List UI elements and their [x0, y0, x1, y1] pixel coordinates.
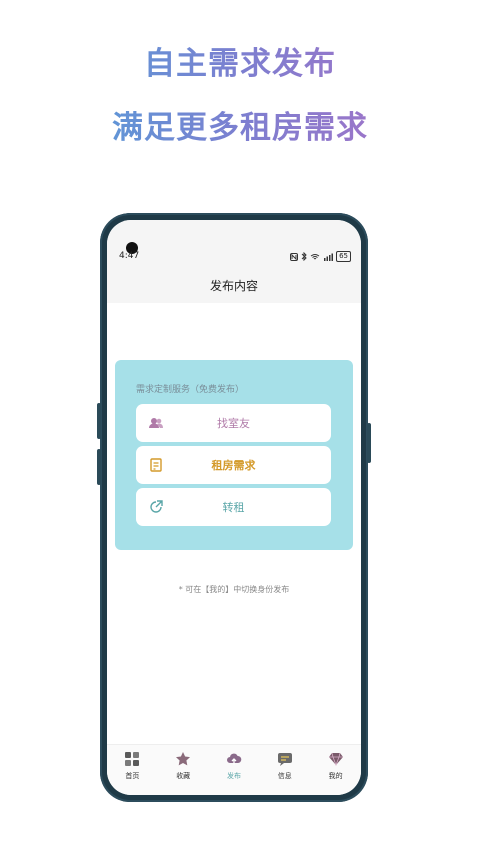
service-card-label: 需求定制服务（免费发布） [136, 385, 245, 395]
find-roommate-button[interactable]: 找室友 [136, 404, 331, 442]
sublet-button[interactable]: 转租 [136, 488, 331, 526]
sublet-label: 转租 [222, 501, 245, 514]
diamond-icon [328, 752, 343, 767]
tab-favorites[interactable]: 收藏 [158, 745, 209, 795]
star-icon [176, 752, 191, 766]
upload-cloud-icon [226, 753, 242, 765]
phone-side-button-right [367, 423, 371, 463]
tab-messages[interactable]: 信息 [259, 745, 310, 795]
status-icons: 65 [290, 251, 351, 262]
phone-screen: 4:47 65 发布内容 需求定制服务（免费发布） 找室友 租房需求 转租 * … [107, 220, 361, 795]
message-icon [277, 753, 292, 766]
switch-identity-note: * 可在【我的】中切换身份发布 [178, 585, 290, 594]
tab-profile[interactable]: 我的 [310, 745, 361, 795]
tab-publish[interactable]: 发布 [209, 745, 260, 795]
wifi-icon [310, 253, 320, 259]
signal-icon [324, 253, 334, 261]
top-bar: 4:47 65 发布内容 [107, 220, 361, 303]
phone-side-button-left-1 [97, 403, 101, 439]
page-title: 发布内容 [209, 279, 258, 293]
headline-line-2: 满足更多租房需求 [0, 102, 480, 147]
tab-profile-label: 我的 [328, 772, 343, 780]
bluetooth-icon [301, 252, 307, 261]
tab-messages-label: 信息 [277, 772, 292, 780]
battery-indicator: 65 [336, 251, 351, 262]
service-card: 需求定制服务（免费发布） 找室友 租房需求 转租 [115, 360, 353, 550]
rental-demand-label: 租房需求 [211, 459, 256, 472]
status-time: 4:47 [119, 251, 140, 261]
home-grid-icon [125, 752, 140, 766]
phone-side-button-left-2 [97, 449, 101, 485]
phone-frame: 4:47 65 发布内容 需求定制服务（免费发布） 找室友 租房需求 转租 * … [97, 213, 371, 802]
rental-demand-button[interactable]: 租房需求 [136, 446, 331, 484]
bottom-tab-bar: 首页 收藏 发布 信息 我的 [107, 744, 361, 795]
tab-home[interactable]: 首页 [107, 745, 158, 795]
nfc-icon [290, 252, 299, 261]
headline-line-1: 自主需求发布 [0, 38, 480, 83]
tab-favorites-label: 收藏 [176, 772, 191, 780]
tab-publish-label: 发布 [226, 772, 241, 780]
find-roommate-label: 找室友 [217, 417, 250, 430]
tab-home-label: 首页 [125, 772, 140, 780]
